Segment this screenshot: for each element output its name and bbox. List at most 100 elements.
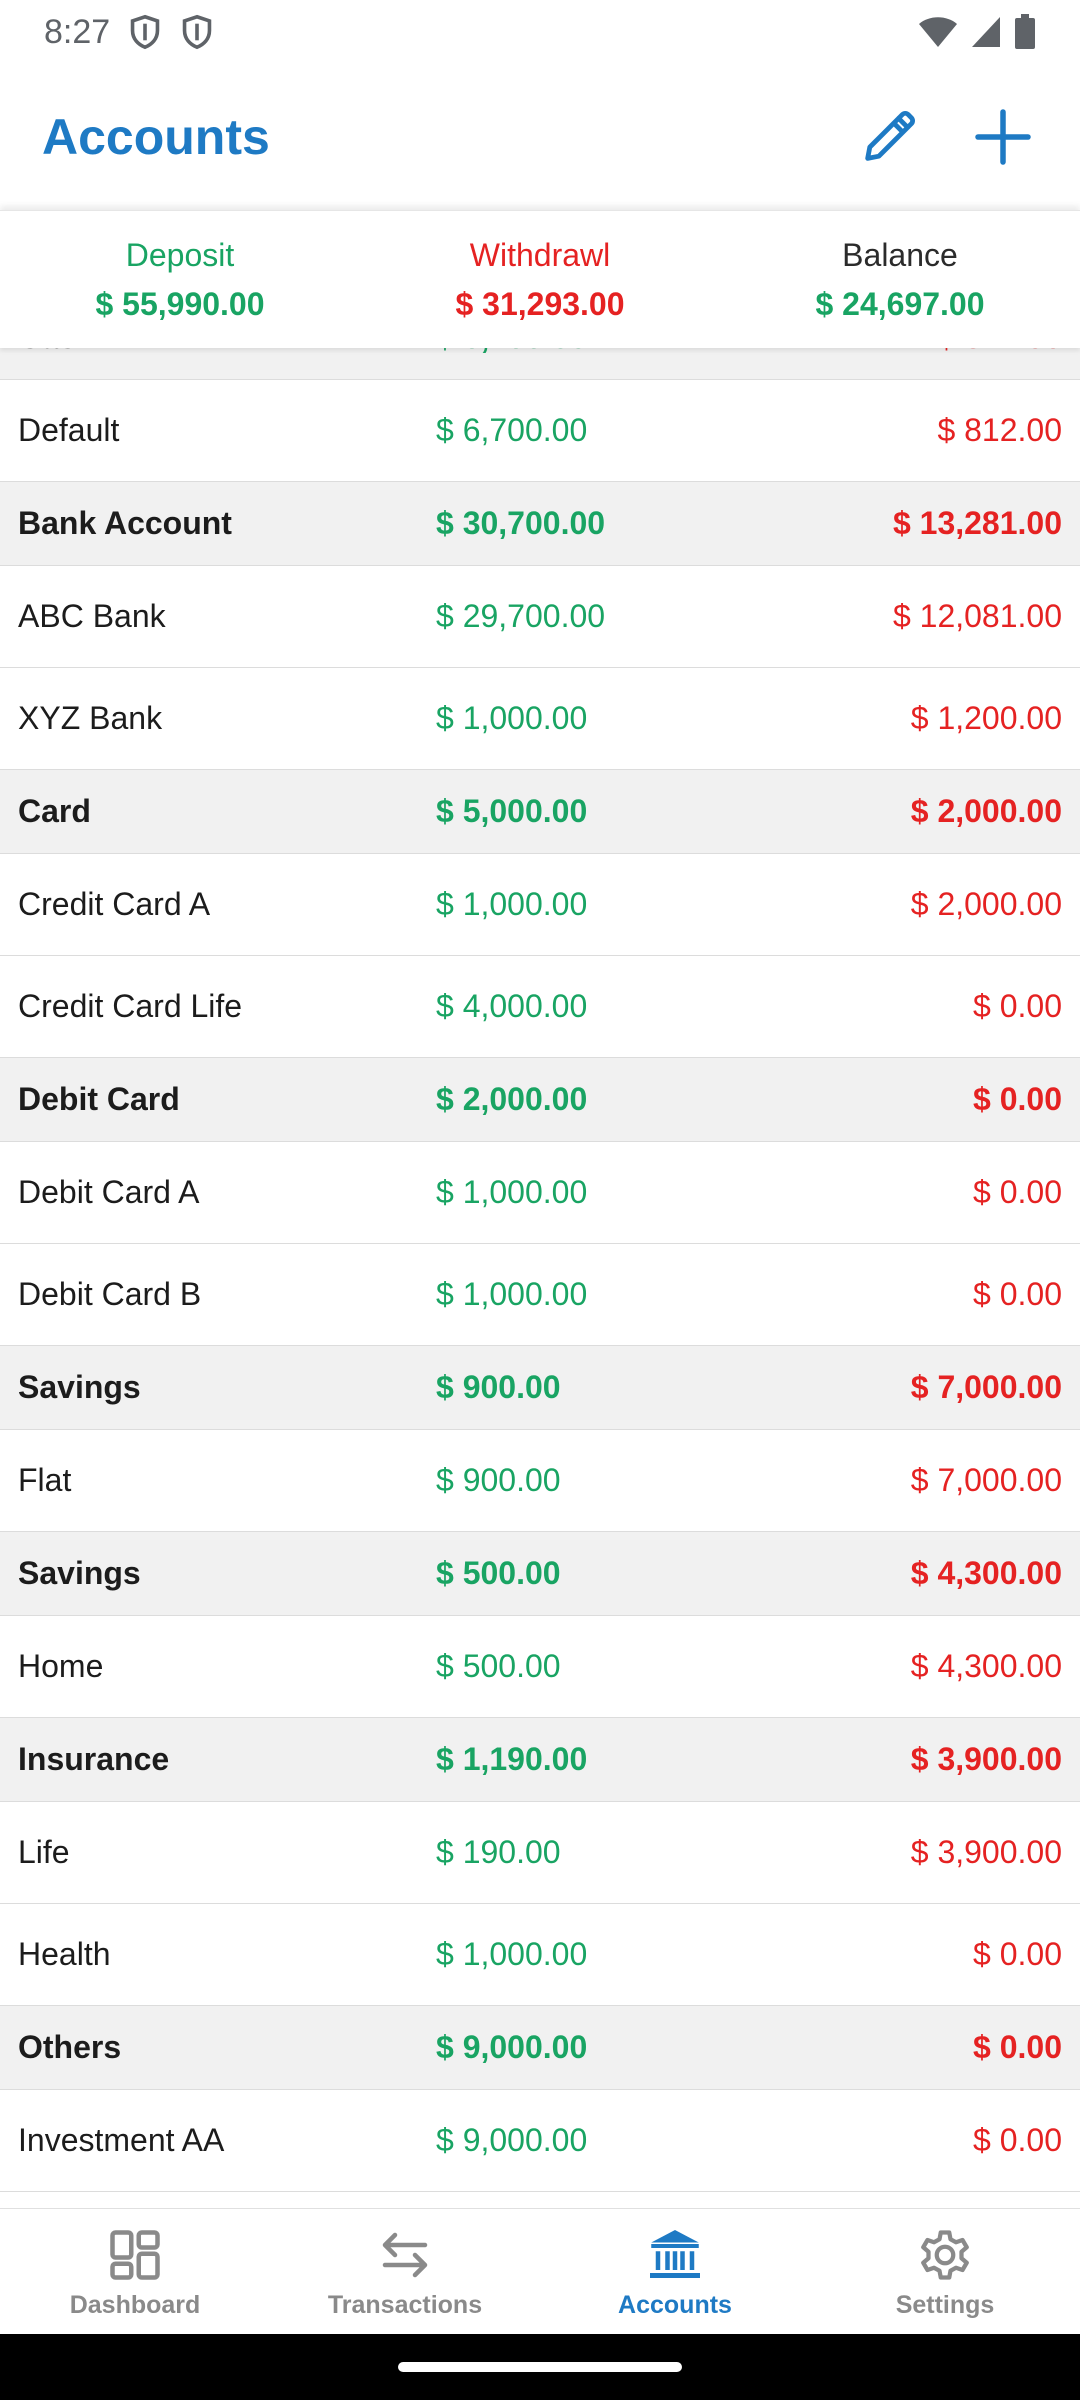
account-group-row[interactable]: Others $ 9,000.00 $ 0.00 (0, 2006, 1080, 2090)
account-deposit: $ 9,000.00 (436, 2122, 588, 2158)
account-withdrawl: $ 0.00 (973, 1936, 1062, 1972)
withdrawl-label: Withdrawl (469, 236, 611, 273)
account-row[interactable]: Credit Card Life $ 4,000.00 $ 0.00 (0, 956, 1080, 1058)
account-name: Investment AA (18, 2122, 225, 2158)
group-withdrawl: $ 13,281.00 (892, 505, 1062, 541)
account-name: ABC Bank (18, 598, 166, 634)
account-withdrawl: $ 12,081.00 (892, 598, 1062, 634)
account-row[interactable]: ABC Bank $ 29,700.00 $ 12,081.00 (0, 566, 1080, 668)
status-right (918, 14, 1036, 50)
status-bar: 8:27 (0, 0, 1080, 64)
status-left: 8:27 (44, 13, 214, 52)
account-deposit: $ 6,700.00 (436, 412, 588, 448)
account-row[interactable]: Default $ 6,700.00 $ 812.00 (0, 380, 1080, 482)
account-group-row[interactable]: Debit Card $ 2,000.00 $ 0.00 (0, 1058, 1080, 1142)
account-withdrawl: $ 7,000.00 (910, 1462, 1062, 1498)
account-row[interactable]: Home $ 500.00 $ 4,300.00 (0, 1616, 1080, 1718)
group-name: Savings (18, 1555, 141, 1591)
account-deposit: $ 29,700.00 (436, 598, 606, 634)
account-group-row[interactable]: Savings $ 500.00 $ 4,300.00 (0, 1532, 1080, 1616)
nav-settings[interactable]: Settings (810, 2209, 1080, 2334)
account-name: Default (18, 412, 120, 448)
account-deposit: $ 190.00 (436, 1834, 561, 1870)
account-deposit: $ 4,000.00 (436, 988, 588, 1024)
account-row[interactable]: Flat $ 900.00 $ 7,000.00 (0, 1430, 1080, 1532)
account-group-row[interactable]: Insurance $ 1,190.00 $ 3,900.00 (0, 1718, 1080, 1802)
group-withdrawl: $ 4,300.00 (910, 1555, 1062, 1591)
status-time: 8:27 (44, 12, 111, 51)
account-group-row[interactable]: Bank Account $ 30,700.00 $ 13,281.00 (0, 482, 1080, 566)
account-name: Life (18, 1834, 70, 1870)
deposit-total: $ 55,990.00 (95, 285, 265, 322)
group-deposit: $ 30,700.00 (436, 505, 606, 541)
account-withdrawl: $ 0.00 (973, 988, 1062, 1024)
account-name: Flat (18, 1462, 72, 1498)
account-withdrawl: $ 3,900.00 (910, 1834, 1062, 1870)
group-withdrawl: $ 812.00 (736, 348, 1080, 356)
accounts-list[interactable]: Cash $ 6,700.00 $ 812.00 Default $ 6,700… (0, 348, 1080, 2208)
account-deposit: $ 1,000.00 (436, 700, 588, 736)
account-row[interactable]: Life $ 190.00 $ 3,900.00 (0, 1802, 1080, 1904)
group-withdrawl: $ 7,000.00 (910, 1369, 1062, 1405)
group-withdrawl: $ 0.00 (973, 2029, 1062, 2065)
summary-bar: Deposit $ 55,990.00 Withdrawl $ 31,293.0… (0, 210, 1080, 348)
summary-balance: Balance $ 24,697.00 (720, 211, 1080, 348)
account-row[interactable]: Debit Card B $ 1,000.00 $ 0.00 (0, 1244, 1080, 1346)
nav-dashboard[interactable]: Dashboard (0, 2209, 270, 2334)
gear-icon (921, 2230, 969, 2280)
withdrawl-total: $ 31,293.00 (455, 285, 625, 322)
pencil-icon (865, 111, 915, 161)
shield-icon (180, 14, 214, 50)
account-row[interactable]: Credit Card A $ 1,000.00 $ 2,000.00 (0, 854, 1080, 956)
signal-icon (970, 15, 1002, 49)
account-group-row[interactable]: Savings $ 900.00 $ 7,000.00 (0, 1346, 1080, 1430)
account-name: Credit Card A (18, 886, 211, 922)
home-gesture-handle[interactable] (398, 2362, 682, 2372)
group-name: Bank Account (18, 505, 232, 541)
account-withdrawl: $ 0.00 (973, 1276, 1062, 1312)
group-name: Debit Card (18, 1081, 180, 1117)
account-row[interactable]: Debit Card A $ 1,000.00 $ 0.00 (0, 1142, 1080, 1244)
account-row[interactable]: Health $ 1,000.00 $ 0.00 (0, 1904, 1080, 2006)
dashboard-icon (110, 2230, 160, 2280)
account-row[interactable]: XYZ Bank $ 1,000.00 $ 1,200.00 (0, 668, 1080, 770)
account-name: Home (18, 1648, 104, 1684)
nav-transactions[interactable]: Transactions (270, 2209, 540, 2334)
balance-label: Balance (842, 236, 958, 273)
account-group-row[interactable]: Card $ 5,000.00 $ 2,000.00 (0, 770, 1080, 854)
account-deposit: $ 1,000.00 (436, 886, 588, 922)
group-deposit: $ 2,000.00 (436, 1081, 588, 1117)
account-group-row[interactable]: Cash $ 6,700.00 $ 812.00 (0, 348, 1080, 380)
edit-button[interactable] (854, 102, 924, 172)
nav-dashboard-label: Dashboard (69, 2291, 201, 2319)
group-deposit: $ 1,190.00 (436, 1741, 588, 1777)
account-deposit: $ 1,000.00 (436, 1174, 588, 1210)
bank-icon (650, 2230, 700, 2278)
shield-icon (128, 14, 162, 50)
group-deposit: $ 900.00 (436, 1369, 561, 1405)
account-withdrawl: $ 1,200.00 (910, 700, 1062, 736)
group-withdrawl: $ 0.00 (973, 1081, 1062, 1117)
account-withdrawl: $ 2,000.00 (910, 886, 1062, 922)
balance-total: $ 24,697.00 (815, 285, 985, 322)
bottom-nav: Dashboard Transactions Accounts Settings (0, 2208, 1080, 2334)
account-withdrawl: $ 4,300.00 (910, 1648, 1062, 1684)
account-name: Debit Card A (18, 1174, 200, 1210)
account-withdrawl: $ 812.00 (937, 412, 1062, 448)
account-row[interactable]: Investment AA $ 9,000.00 $ 0.00 (0, 2090, 1080, 2192)
add-account-button[interactable] (968, 102, 1038, 172)
group-deposit: $ 9,000.00 (436, 2029, 588, 2065)
group-deposit: $ 500.00 (436, 1555, 561, 1591)
deposit-label: Deposit (125, 236, 235, 273)
summary-withdrawl: Withdrawl $ 31,293.00 (360, 211, 720, 348)
group-name: Cash (0, 348, 436, 356)
nav-transactions-label: Transactions (327, 2291, 483, 2319)
account-name: XYZ Bank (18, 700, 163, 736)
nav-accounts[interactable]: Accounts (540, 2209, 810, 2334)
battery-icon (1014, 14, 1036, 50)
app-bar: Accounts (0, 64, 1080, 210)
group-deposit: $ 5,000.00 (436, 793, 588, 829)
group-withdrawl: $ 2,000.00 (910, 793, 1062, 829)
group-name: Card (18, 793, 91, 829)
account-deposit: $ 1,000.00 (436, 1936, 588, 1972)
